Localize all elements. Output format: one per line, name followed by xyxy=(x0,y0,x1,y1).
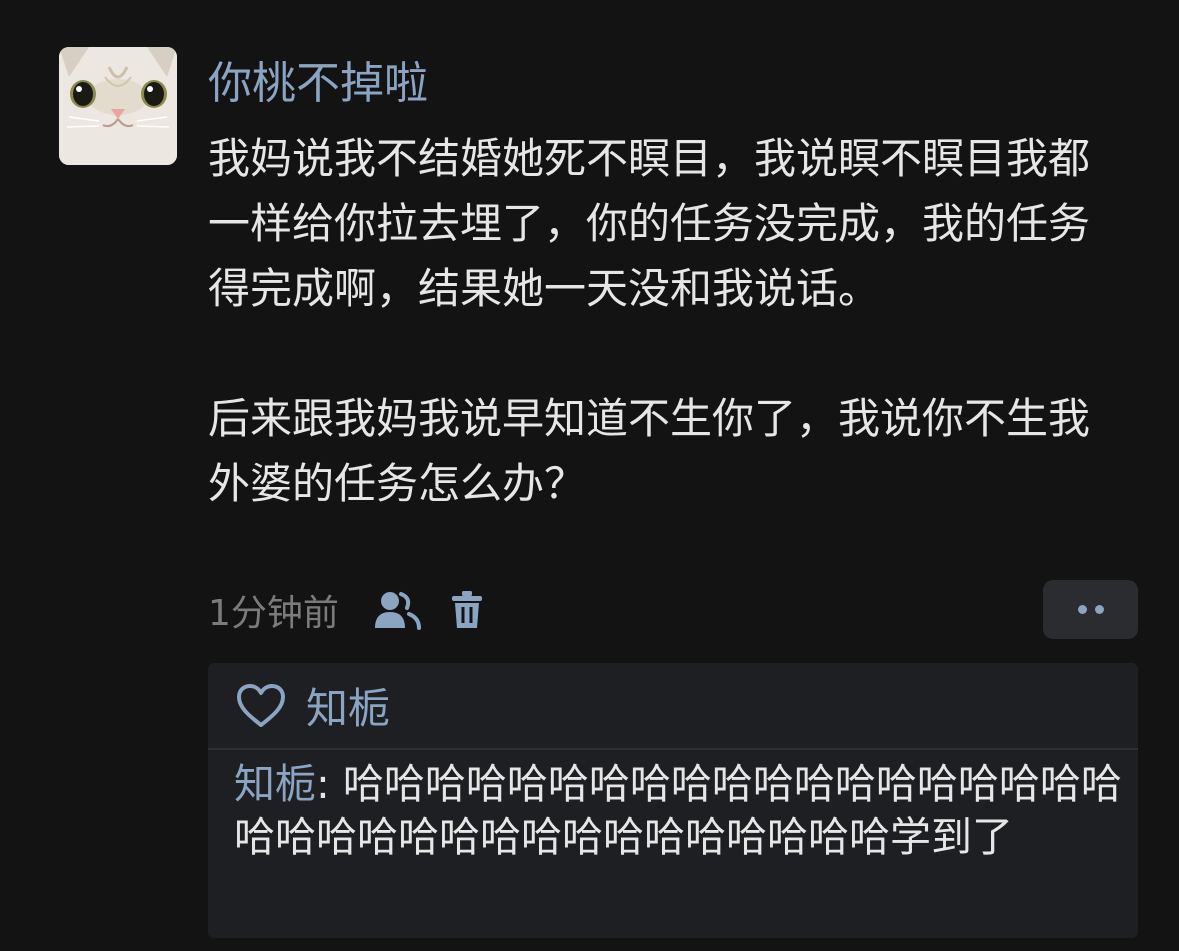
more-dots-icon[interactable] xyxy=(1043,580,1138,639)
reply-author[interactable]: 知栀 xyxy=(234,760,316,808)
username[interactable]: 你桃不掉啦 xyxy=(208,52,428,116)
heart-icon[interactable] xyxy=(236,683,286,728)
reply-text: 哈哈哈哈哈哈哈哈哈哈哈哈哈哈哈哈哈哈哈哈哈哈哈哈哈哈哈哈哈哈哈哈哈哈哈学到了 xyxy=(234,760,1122,861)
post-paragraph: 后来跟我妈我说早知道不生你了，我说你不生我外婆的任务怎么办？ xyxy=(208,394,1091,508)
reply-box: 知栀 知栀: 哈哈哈哈哈哈哈哈哈哈哈哈哈哈哈哈哈哈哈哈哈哈哈哈哈哈哈哈哈哈哈哈哈… xyxy=(208,663,1138,938)
likes-row: 知栀 xyxy=(208,663,1138,750)
avatar[interactable] xyxy=(59,47,177,165)
post-paragraph: 我妈说我不结婚她死不瞑目，我说瞑不瞑目我都一样给你拉去埋了，你的任务没完成，我的… xyxy=(208,134,1091,313)
reply-separator: : xyxy=(316,760,343,808)
post-meta: 1分钟前 xyxy=(208,582,483,638)
reply-comment: 知栀: 哈哈哈哈哈哈哈哈哈哈哈哈哈哈哈哈哈哈哈哈哈哈哈哈哈哈哈哈哈哈哈哈哈哈哈学… xyxy=(208,750,1138,864)
liker-name[interactable]: 知栀 xyxy=(306,675,390,736)
user-icon[interactable] xyxy=(373,590,421,630)
post-content: 我妈说我不结婚她死不瞑目，我说瞑不瞑目我都一样给你拉去埋了，你的任务没完成，我的… xyxy=(208,126,1128,516)
trash-icon[interactable] xyxy=(451,590,483,630)
post-time: 1分钟前 xyxy=(208,593,339,634)
